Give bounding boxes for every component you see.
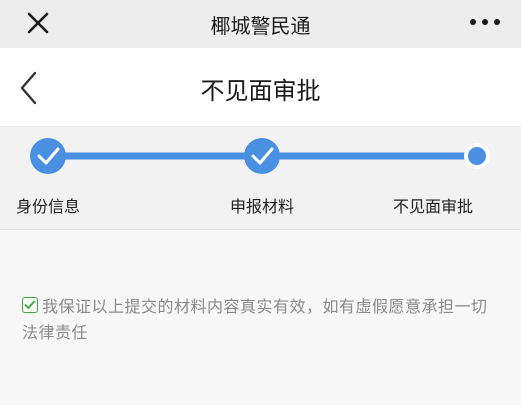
step-2-label: 申报材料: [230, 197, 295, 216]
step-1-label: 身份信息: [16, 197, 81, 216]
checkmark-icon: [24, 300, 35, 309]
progress-stepper: 身份信息 申报材料 不见面审批: [0, 126, 521, 230]
content-area: 我保证以上提交的材料内容真实有效，如有虚假愿意承担一切法律责任: [0, 231, 521, 405]
agreement-checkbox[interactable]: [22, 297, 38, 313]
step-1-completed-icon: [30, 138, 66, 174]
step-2-completed-icon: [244, 138, 280, 174]
page-title: 不见面审批: [200, 77, 321, 105]
step-3-current-icon: [464, 143, 490, 169]
step-3-label: 不见面审批: [393, 197, 474, 216]
agreement: 我保证以上提交的材料内容真实有效，如有虚假愿意承担一切法律责任: [22, 294, 502, 346]
more-icon[interactable]: [467, 10, 503, 34]
app-title: 椰城警民通: [210, 14, 311, 38]
agreement-text: 我保证以上提交的材料内容真实有效，如有虚假愿意承担一切法律责任: [22, 297, 488, 342]
top-bar: 椰城警民通: [0, 0, 521, 48]
page-header: 不见面审批: [0, 48, 521, 126]
